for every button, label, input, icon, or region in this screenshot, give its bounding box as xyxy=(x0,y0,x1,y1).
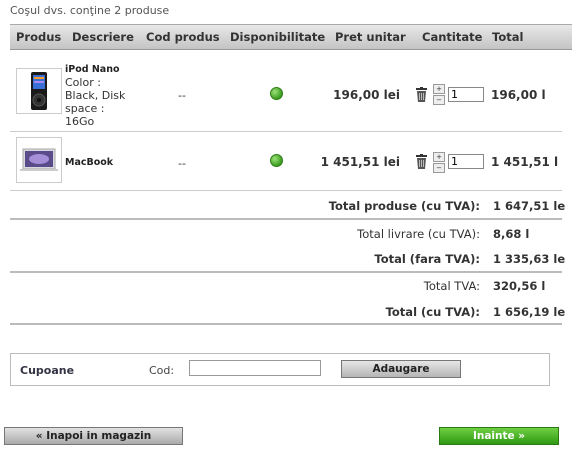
macbook-image[interactable] xyxy=(16,137,62,183)
product-attributes: Color : Black, Disk space : 16Go xyxy=(65,76,145,128)
attribute-line: Color : xyxy=(65,76,101,89)
ipod-nano-image[interactable] xyxy=(16,68,62,114)
row-separator xyxy=(10,190,562,191)
totals-separator xyxy=(10,218,562,220)
product-code: -- xyxy=(178,157,186,170)
increase-quantity-button[interactable]: + xyxy=(433,84,445,94)
availability-indicator xyxy=(270,154,283,167)
attribute-line: 16Go xyxy=(65,115,95,128)
quantity-stepper: + − xyxy=(433,152,445,174)
decrease-quantity-button[interactable]: − xyxy=(433,95,445,105)
col-description: Descriere xyxy=(72,30,134,44)
total-vat-value: 320,56 l xyxy=(493,279,546,293)
cart-summary: Coşul dvs. conţine 2 produse xyxy=(10,4,170,17)
cart-row: MacBook -- 1 451,51 lei + − 1 451,51 l xyxy=(10,132,572,187)
col-availability: Disponibilitate xyxy=(230,30,326,44)
col-product: Produs xyxy=(16,30,62,44)
total-products-label: Total produse (cu TVA): xyxy=(328,199,480,213)
line-total: 196,00 l xyxy=(491,88,546,102)
attribute-line: Black, Disk xyxy=(65,89,126,102)
total-no-vat-value: 1 335,63 le xyxy=(493,252,566,266)
product-name[interactable]: iPod Nano xyxy=(65,64,120,75)
decrease-quantity-button[interactable]: − xyxy=(433,163,445,173)
grand-total-value: 1 656,19 le xyxy=(493,305,566,319)
unit-price: 1 451,51 lei xyxy=(320,155,400,169)
product-code: -- xyxy=(178,89,186,102)
col-unit-price: Pret unitar xyxy=(335,30,406,44)
total-vat-label: Total TVA: xyxy=(423,279,480,293)
cart-row: iPod Nano Color : Black, Disk space : 16… xyxy=(10,60,572,130)
quantity-input[interactable] xyxy=(448,154,484,169)
unit-price: 196,00 lei xyxy=(333,88,400,102)
totals-separator xyxy=(10,323,562,325)
trash-icon[interactable] xyxy=(415,154,428,169)
trash-icon[interactable] xyxy=(415,87,428,102)
line-total: 1 451,51 l xyxy=(491,155,559,169)
totals-separator xyxy=(10,271,562,273)
col-total: Total xyxy=(492,30,524,44)
total-shipping-label: Total livrare (cu TVA): xyxy=(357,227,480,241)
quantity-input[interactable] xyxy=(448,87,484,102)
back-to-shop-button[interactable]: « Inapoi in magazin xyxy=(4,427,183,445)
availability-indicator xyxy=(270,87,283,100)
next-button[interactable]: Inainte » xyxy=(439,427,559,445)
cart-table-header: Produs Descriere Cod produs Disponibilit… xyxy=(10,24,572,50)
attribute-line: space : xyxy=(65,102,105,115)
total-shipping-value: 8,68 l xyxy=(493,227,530,241)
col-quantity: Cantitate xyxy=(422,30,483,44)
coupon-code-input[interactable] xyxy=(189,360,321,376)
total-products-value: 1 647,51 le xyxy=(493,199,566,213)
add-coupon-button[interactable]: Adaugare xyxy=(341,360,461,378)
increase-quantity-button[interactable]: + xyxy=(433,152,445,162)
coupon-code-label: Cod: xyxy=(149,364,175,377)
total-no-vat-label: Total (fara TVA): xyxy=(374,252,480,266)
col-product-code: Cod produs xyxy=(146,30,220,44)
product-name[interactable]: MacBook xyxy=(65,157,113,168)
coupon-box: Cupoane Cod: Adaugare xyxy=(10,353,550,386)
coupon-title: Cupoane xyxy=(20,364,75,377)
quantity-stepper: + − xyxy=(433,84,445,106)
grand-total-label: Total (cu TVA): xyxy=(385,305,480,319)
